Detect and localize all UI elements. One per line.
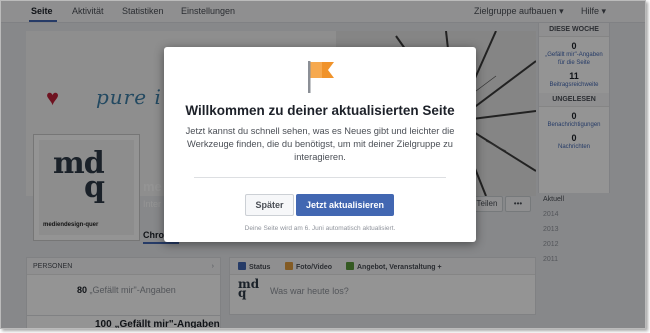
- update-now-button[interactable]: Jetzt aktualisieren: [296, 194, 394, 216]
- app-window: Seite Aktivität Statistiken Einstellunge…: [0, 0, 646, 329]
- dialog-divider: [194, 177, 446, 178]
- dialog-body: Jetzt kannst du schnell sehen, was es Ne…: [185, 126, 455, 162]
- flag-icon: [308, 61, 334, 93]
- later-button[interactable]: Später: [245, 194, 294, 216]
- dialog-title: Willkommen zu deiner aktualisierten Seit…: [185, 103, 455, 118]
- welcome-dialog: Willkommen zu deiner aktualisierten Seit…: [164, 47, 476, 242]
- dialog-footer-note: Deine Seite wird am 6. Juni automatisch …: [244, 225, 396, 232]
